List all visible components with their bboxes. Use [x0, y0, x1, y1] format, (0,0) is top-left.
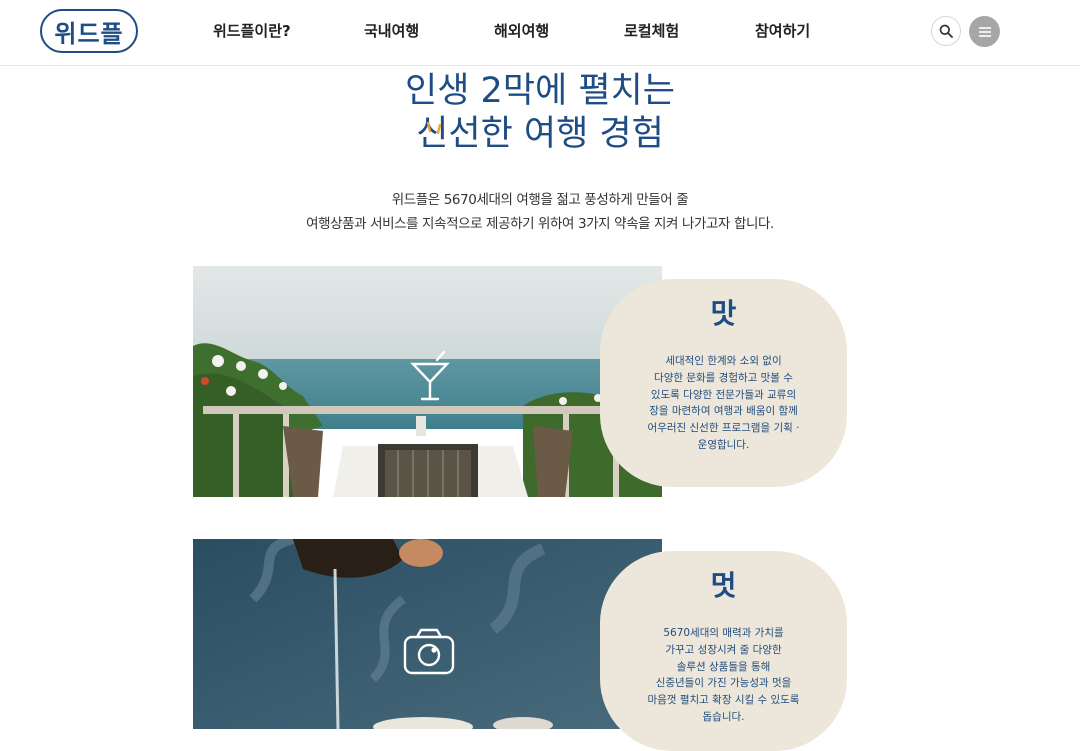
intro-line-1: 위드플은 5670세대의 여행을 젊고 풍성하게 만들어 줄 — [391, 192, 689, 208]
nav-item-about[interactable]: 위드플이란? — [213, 20, 291, 41]
site-logo[interactable]: 위드플 — [40, 9, 138, 53]
promise-title-taste: 맛 — [710, 297, 737, 330]
hamburger-menu-icon — [978, 26, 991, 37]
logo-text: 위드플 — [54, 19, 124, 48]
headline-line-2-text: 신선한 여행 경험 — [416, 114, 664, 154]
tea-pouring-photo — [193, 539, 662, 729]
promise-text-style: 5670세대의 매력과 가치를 가꾸고 성장시켜 줄 다양한 솔루션 상품들을 … — [647, 627, 800, 723]
promise-title-style: 멋 — [710, 569, 737, 602]
tea-scene-illustration — [193, 539, 662, 729]
search-icon — [939, 24, 953, 38]
headline-line-1: 인생 2막에 펼치는 — [405, 71, 675, 111]
intro-line-2: 여행상품과 서비스를 지속적으로 제공하기 위하여 3가지 약속을 지켜 나가고… — [306, 216, 774, 232]
sparkle-accent-icon — [426, 121, 442, 135]
promise-text-taste: 세대적인 한계와 소외 없이 다양한 문화를 경험하고 맛볼 수 있도록 다양한… — [647, 355, 800, 451]
nav-item-domestic-travel[interactable]: 국내여행 — [364, 20, 419, 41]
nav-item-overseas-travel[interactable]: 해외여행 — [494, 20, 549, 41]
promise-card-style: 멋 5670세대의 매력과 가치를 가꾸고 성장시켜 줄 다양한 솔루션 상품들… — [600, 551, 847, 751]
menu-button[interactable] — [969, 16, 1000, 47]
search-button[interactable] — [931, 16, 961, 46]
headline-line-2: 신선한 여행 경험 — [0, 113, 1080, 155]
nav-item-participate[interactable]: 참여하기 — [755, 20, 810, 41]
promise-card-taste: 맛 세대적인 한계와 소외 없이 다양한 문화를 경험하고 맛볼 수 있도록 다… — [600, 279, 847, 487]
dining-by-sea-photo — [193, 266, 662, 497]
dining-scene-illustration — [193, 266, 662, 497]
site-header: 위드플 위드플이란? 국내여행 해외여행 로컬체험 참여하기 — [0, 0, 1080, 66]
nav-item-local-experience[interactable]: 로컬체험 — [624, 20, 679, 41]
